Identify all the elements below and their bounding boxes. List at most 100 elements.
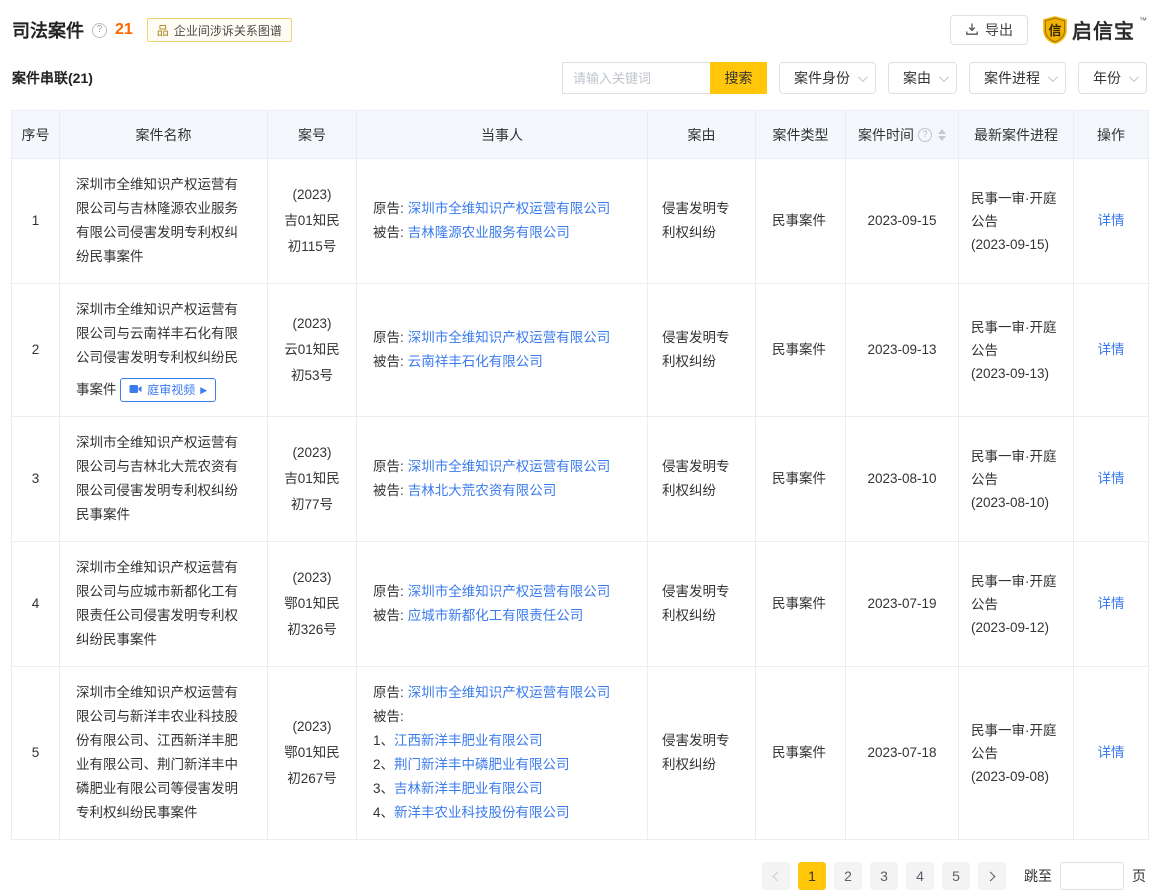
col-header-cause: 案由 <box>648 111 756 159</box>
plaintiff-link[interactable]: 深圳市全维知识产权运营有限公司 <box>408 330 611 345</box>
export-label: 导出 <box>985 20 1013 40</box>
parties-cell: 原告: 深圳市全维知识产权运营有限公司 被告: 吉林北大荒农资有限公司 <box>357 417 648 542</box>
case-type-cell: 民事案件 <box>756 667 846 840</box>
defendant-label: 被告: <box>373 608 404 623</box>
time-help-icon[interactable]: ? <box>918 128 932 142</box>
case-number: (2023) 鄂01知民 初267号 <box>268 667 357 840</box>
plaintiff-label: 原告: <box>373 201 404 216</box>
defendant-link[interactable]: 吉林新洋丰肥业有限公司 <box>394 781 543 796</box>
defendant-number: 3、 <box>373 781 394 796</box>
row-index: 5 <box>12 667 60 840</box>
chevron-left-icon <box>773 871 783 881</box>
col-header-type: 案件类型 <box>756 111 846 159</box>
sort-icon[interactable] <box>938 129 946 141</box>
defendant-number: 4、 <box>373 805 394 820</box>
defendant-link[interactable]: 吉林隆源农业服务有限公司 <box>408 225 570 240</box>
table-row: 5 深圳市全维知识产权运营有限公司与新洋丰农业科技股份有限公司、江西新洋丰肥业有… <box>12 667 1149 840</box>
row-index: 1 <box>12 159 60 284</box>
defendant-link[interactable]: 吉林北大荒农资有限公司 <box>408 483 557 498</box>
plaintiff-link[interactable]: 深圳市全维知识产权运营有限公司 <box>408 201 611 216</box>
play-icon: ▶ <box>200 386 207 395</box>
case-type-cell: 民事案件 <box>756 542 846 667</box>
section-title: 案件串联(21) <box>12 68 93 88</box>
case-type-cell: 民事案件 <box>756 284 846 417</box>
col-header-progress: 最新案件进程 <box>959 111 1074 159</box>
cause-cell: 侵害发明专利权纠纷 <box>648 542 756 667</box>
case-role-dropdown-label: 案件身份 <box>794 68 850 88</box>
row-index: 4 <box>12 542 60 667</box>
detail-link[interactable]: 详情 <box>1098 213 1125 228</box>
case-table: 序号 案件名称 案号 当事人 案由 案件类型 案件时间 ? 最新案件进程 操作 … <box>11 110 1149 840</box>
plaintiff-link[interactable]: 深圳市全维知识产权运营有限公司 <box>408 459 611 474</box>
plaintiff-label: 原告: <box>373 459 404 474</box>
col-header-time[interactable]: 案件时间 ? <box>846 111 959 159</box>
cause-cell: 侵害发明专利权纠纷 <box>648 417 756 542</box>
search-input[interactable] <box>562 62 710 94</box>
jump-to-page: 跳至 页 <box>1024 862 1146 890</box>
year-dropdown[interactable]: 年份 <box>1078 62 1147 94</box>
table-row: 2 深圳市全维知识产权运营有限公司与云南祥丰石化有限公司侵害发明专利权纠纷民事案… <box>12 284 1149 417</box>
top-bar: 司法案件 ? 21 品 企业间涉诉关系图谱 导出 信 启信宝 ™ <box>0 0 1159 46</box>
page-button-4[interactable]: 4 <box>906 862 934 890</box>
case-role-dropdown[interactable]: 案件身份 <box>779 62 876 94</box>
filter-controls: 搜索 案件身份 案由 案件进程 年份 <box>562 62 1147 94</box>
case-time-cell: 2023-09-15 <box>846 159 959 284</box>
progress-dropdown[interactable]: 案件进程 <box>969 62 1066 94</box>
table-row: 1 深圳市全维知识产权运营有限公司与吉林隆源农业服务有限公司侵害发明专利权纠纷民… <box>12 159 1149 284</box>
detail-link[interactable]: 详情 <box>1098 596 1125 611</box>
defendant-label: 被告: <box>373 354 404 369</box>
defendant-link[interactable]: 荆门新洋丰中磷肥业有限公司 <box>394 757 570 772</box>
defendant-number: 2、 <box>373 757 394 772</box>
plaintiff-label: 原告: <box>373 685 404 700</box>
search-button[interactable]: 搜索 <box>710 62 767 94</box>
plaintiff-link[interactable]: 深圳市全维知识产权运营有限公司 <box>408 685 611 700</box>
progress-cell: 民事一审·开庭公告 (2023-09-13) <box>959 284 1074 417</box>
parties-cell: 原告:深圳市全维知识产权运营有限公司 被告:吉林隆源农业服务有限公司 <box>357 159 648 284</box>
page-unit-label: 页 <box>1132 866 1146 886</box>
detail-link[interactable]: 详情 <box>1098 745 1125 760</box>
next-page-button[interactable] <box>978 862 1006 890</box>
defendant-link[interactable]: 云南祥丰石化有限公司 <box>408 354 543 369</box>
defendant-label: 被告: <box>373 709 404 724</box>
col-header-case-no: 案号 <box>268 111 357 159</box>
plaintiff-link[interactable]: 深圳市全维知识产权运营有限公司 <box>408 584 611 599</box>
page-button-1[interactable]: 1 <box>798 862 826 890</box>
case-number: (2023) 吉01知民 初77号 <box>268 417 357 542</box>
trial-video-button[interactable]: 庭审视频 ▶ <box>120 378 216 402</box>
page-button-2[interactable]: 2 <box>834 862 862 890</box>
litigation-graph-badge[interactable]: 品 企业间涉诉关系图谱 <box>147 18 292 42</box>
case-name: 深圳市全维知识产权运营有限公司与新洋丰农业科技股份有限公司、江西新洋丰肥业有限公… <box>76 685 238 820</box>
defendant-link[interactable]: 应城市新都化工有限责任公司 <box>408 608 584 623</box>
search-box: 搜索 <box>562 62 767 94</box>
detail-link[interactable]: 详情 <box>1098 471 1125 486</box>
defendant-link[interactable]: 江西新洋丰肥业有限公司 <box>394 733 543 748</box>
trial-video-label: 庭审视频 <box>147 384 195 396</box>
defendant-label: 被告: <box>373 483 404 498</box>
progress-cell: 民事一审·开庭公告 (2023-09-08) <box>959 667 1074 840</box>
case-time-cell: 2023-08-10 <box>846 417 959 542</box>
brand-trademark: ™ <box>1139 16 1147 25</box>
detail-link[interactable]: 详情 <box>1098 342 1125 357</box>
cause-cell: 侵害发明专利权纠纷 <box>648 159 756 284</box>
brand-name: 启信宝 <box>1072 15 1135 44</box>
col-header-action: 操作 <box>1074 111 1149 159</box>
plaintiff-label: 原告: <box>373 330 404 345</box>
page-button-5[interactable]: 5 <box>942 862 970 890</box>
defendant-link[interactable]: 新洋丰农业科技股份有限公司 <box>394 805 570 820</box>
case-number: (2023) 鄂01知民 初326号 <box>268 542 357 667</box>
title-help-icon[interactable]: ? <box>92 23 107 38</box>
case-type-cell: 民事案件 <box>756 417 846 542</box>
progress-dropdown-label: 案件进程 <box>984 68 1040 88</box>
jump-page-input[interactable] <box>1060 862 1124 890</box>
chevron-down-icon <box>858 72 868 82</box>
page-button-3[interactable]: 3 <box>870 862 898 890</box>
prev-page-button[interactable] <box>762 862 790 890</box>
export-button[interactable]: 导出 <box>950 15 1028 45</box>
parties-cell: 原告:深圳市全维知识产权运营有限公司 被告: 1、江西新洋丰肥业有限公司 2、荆… <box>357 667 648 840</box>
table-header-row: 序号 案件名称 案号 当事人 案由 案件类型 案件时间 ? 最新案件进程 操作 <box>12 111 1149 159</box>
parties-cell: 原告: 深圳市全维知识产权运营有限公司 被告: 云南祥丰石化有限公司 <box>357 284 648 417</box>
cause-dropdown[interactable]: 案由 <box>888 62 957 94</box>
pagination: 1 2 3 4 5 跳至 页 <box>0 862 1159 890</box>
row-index: 3 <box>12 417 60 542</box>
plaintiff-label: 原告: <box>373 584 404 599</box>
